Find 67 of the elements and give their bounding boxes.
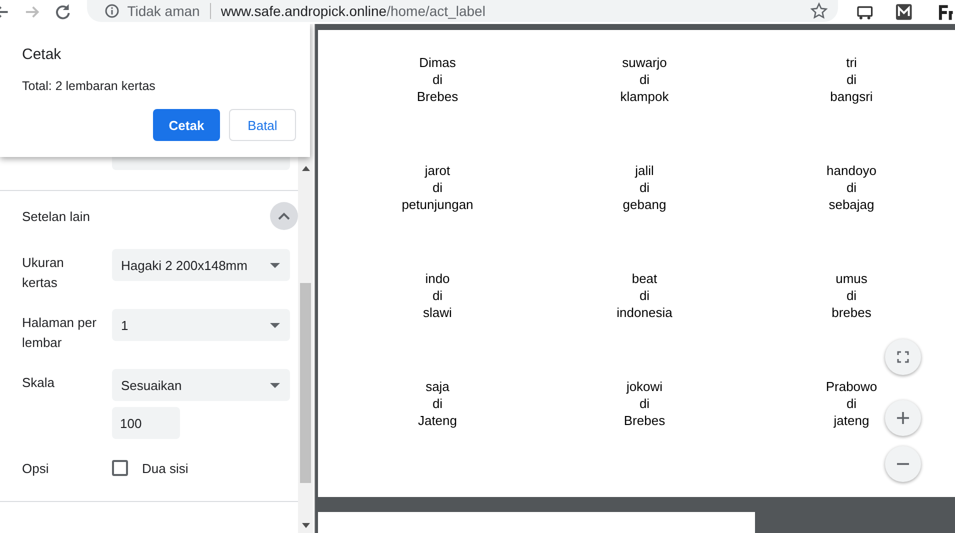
label-text: handoyo (826, 162, 876, 179)
setting-label: Opsi (22, 460, 50, 478)
label-text: di (846, 179, 857, 196)
checkbox-label[interactable]: Dua sisi (142, 460, 188, 476)
label-text: sebajag (828, 196, 874, 213)
label-text: Dimas (419, 54, 456, 71)
select-field[interactable]: 1 (112, 309, 290, 341)
star-icon[interactable] (810, 2, 828, 20)
collapse-button[interactable] (270, 202, 298, 230)
label-text: suwarjo (622, 54, 667, 71)
label-text: indonesia (616, 304, 672, 321)
label-text: di (432, 395, 443, 412)
cancel-button[interactable]: Batal (229, 109, 296, 141)
scroll-down-icon[interactable] (302, 522, 310, 528)
label-text: beat (632, 270, 658, 287)
label-text: jarot (424, 162, 450, 179)
label-text: di (432, 287, 443, 304)
label-text: Brebes (416, 88, 458, 105)
dropdown-caret-icon (270, 382, 280, 388)
label-text: jateng (834, 412, 870, 429)
label-text: slawi (423, 304, 452, 321)
label-text: di (846, 71, 857, 88)
label-text: Brebes (624, 412, 666, 429)
label-text: di (432, 179, 443, 196)
label-text: di (846, 395, 857, 412)
label-text: di (432, 71, 443, 88)
select-field[interactable]: Sesuaikan (112, 369, 290, 401)
dropdown-caret-icon (270, 262, 280, 268)
fit-page-icon (897, 351, 909, 363)
setting-label: Halaman per lembar (22, 314, 98, 352)
label-text: jokowi (626, 378, 663, 395)
label-text: di (639, 395, 650, 412)
chevron-icon (278, 212, 290, 220)
total-text: Total: 2 lembaran kertas (22, 79, 156, 93)
label-text: di (639, 179, 650, 196)
print-button[interactable]: Cetak (153, 109, 220, 141)
label-text: petunjungan (402, 196, 474, 213)
setting-label: Skala (22, 374, 56, 392)
scroll-up-icon[interactable] (302, 166, 310, 170)
label-text: gebang (622, 196, 666, 213)
label-text: di (639, 287, 650, 304)
label-text: jalil (635, 162, 654, 179)
info-icon[interactable] (105, 4, 120, 18)
extension-icon[interactable] (895, 3, 914, 21)
dropdown-caret-icon (270, 322, 280, 328)
label-text: indo (425, 270, 450, 287)
label-text: brebes (832, 304, 872, 321)
label-text: bangsri (830, 88, 873, 105)
checkbox[interactable] (112, 460, 128, 476)
label-text: klampok (620, 88, 669, 105)
plus-icon (896, 411, 910, 425)
label-text: Jateng (418, 412, 458, 429)
url-text: www.safe.andropick.online/home/act_label (220, 3, 486, 19)
label-text: saja (426, 378, 450, 395)
scale-input[interactable]: 100 (112, 407, 180, 439)
label-text: umus (836, 270, 868, 287)
extension-icon[interactable] (937, 3, 955, 21)
label-text: Prabowo (826, 378, 878, 395)
label-text: di (639, 71, 650, 88)
address-bar[interactable]: Tidak aman www.safe.andropick.online/home/act_label (87, 0, 838, 22)
setting-label: Ukuran kertas (22, 254, 65, 292)
security-label: Tidak aman (127, 3, 200, 19)
dialog-title: Cetak (22, 46, 62, 63)
label-text: di (846, 287, 857, 304)
select-field[interactable]: Hagaki 2 200x148mm (112, 249, 290, 281)
section-title: Setelan lain (22, 208, 90, 224)
label-text: tri (846, 54, 857, 71)
